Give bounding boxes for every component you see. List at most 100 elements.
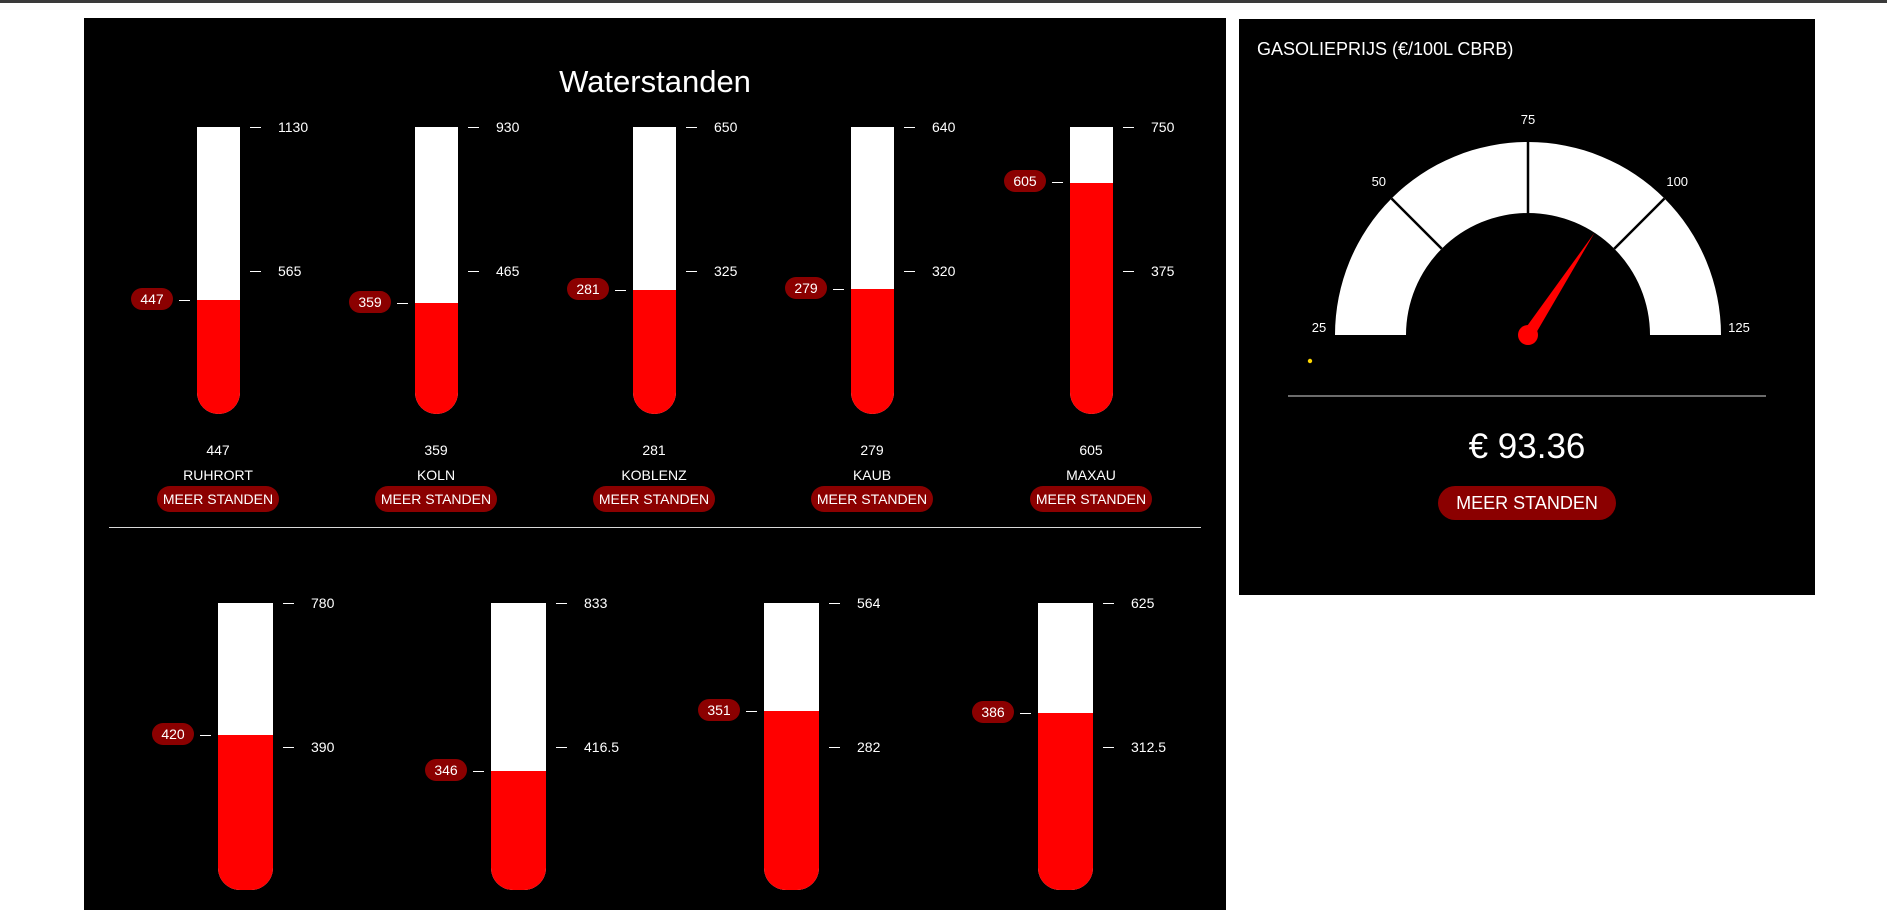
gauge-tick-label: 375 (1151, 262, 1175, 279)
station-meer-standen-button[interactable]: MEER STANDEN (1030, 486, 1152, 512)
gauge-tick (1123, 127, 1134, 128)
gauge-tube (218, 603, 273, 890)
station-meer-standen-button[interactable]: MEER STANDEN (593, 486, 715, 512)
gauge-value-tick (200, 735, 211, 737)
station-meer-standen-button[interactable]: MEER STANDEN (811, 486, 933, 512)
gauge-tick (904, 270, 915, 272)
gauge-tick-label: 25 (1312, 320, 1326, 335)
station-name: KAUB (852, 467, 892, 483)
gauge-tick-label: 75 (1521, 112, 1535, 127)
gauge-value-badge: 281 (567, 277, 609, 300)
gauge-tick (829, 746, 840, 748)
station-value: 447 (206, 442, 230, 458)
gauge-tube (491, 603, 546, 890)
gauge-tick-label: 416.5 (584, 738, 620, 755)
gauge-value-tick (833, 288, 844, 290)
gauge-tick-label: 125 (1728, 320, 1750, 335)
gauge-fill (197, 300, 240, 414)
gauge-tick (250, 270, 261, 272)
gauge-tick (686, 270, 697, 272)
gauge-tick (1123, 270, 1134, 272)
station-value: 605 (1079, 442, 1103, 458)
gauge-value-tick (615, 289, 626, 291)
gauge-tick (686, 127, 697, 128)
gauge-tube (764, 603, 819, 890)
gauge-tick-label: 650 (714, 119, 738, 135)
station-name: KOLN (416, 467, 456, 483)
gauge-value-badge: 386 (972, 700, 1014, 723)
gauge-tick-label: 930 (496, 119, 520, 135)
gauge-tick (1103, 746, 1114, 748)
gauge-tick-label: 780 (311, 595, 335, 611)
gauge-value-badge: 605 (1004, 170, 1046, 193)
gauge-value-badge: 447 (131, 288, 173, 311)
gauge-tube (1070, 127, 1113, 414)
gauge-tick-label: 312.5 (1131, 738, 1167, 755)
station-meer-standen-button[interactable]: MEER STANDEN (375, 486, 497, 512)
station-value: 359 (424, 442, 448, 458)
gauge-tube (851, 127, 894, 414)
status-dot (1307, 358, 1313, 364)
gauge-tick-label: 50 (1372, 174, 1386, 189)
gauge-fill (851, 288, 894, 414)
gauge-tick (556, 603, 567, 604)
gauge-tube (415, 127, 458, 414)
station-name: KOBLENZ (621, 467, 687, 483)
gauge-fill (764, 711, 819, 890)
gauge-fill (415, 303, 458, 414)
station-meer-standen-button[interactable]: MEER STANDEN (157, 486, 279, 512)
gauge-value-tick (473, 770, 484, 772)
gauge-tick (904, 127, 915, 128)
gasolie-price: € 93.36 (1468, 427, 1586, 466)
row-divider (109, 527, 1201, 528)
gauge-needle-hub (1518, 325, 1538, 345)
gauge-tube (1038, 603, 1093, 890)
gauge-tick-label: 1130 (278, 119, 309, 135)
gauge-tube (197, 127, 240, 414)
gauge-tick-label: 465 (496, 262, 520, 279)
gauge-value-tick (746, 711, 757, 713)
gauge-tick (468, 270, 479, 272)
gauge-tick-label: 325 (714, 262, 738, 279)
station-value: 281 (642, 442, 666, 458)
gauge-value-tick (179, 300, 190, 302)
gauge-tick-label: 565 (278, 262, 302, 279)
gauge-tick (556, 746, 567, 748)
gauge-value-badge: 420 (152, 723, 194, 746)
gauge-tick (283, 746, 294, 748)
gauge-tick-label: 282 (857, 738, 881, 755)
gauge-value-tick (1052, 182, 1063, 184)
gauge-value-badge: 359 (349, 291, 391, 314)
gauge-fill (633, 289, 676, 414)
gauge-fill (1038, 712, 1093, 890)
gauge-tick-label: 390 (311, 738, 335, 755)
gauge-value-badge: 279 (785, 276, 827, 299)
station-name: RUHRORT (183, 467, 253, 483)
gauge-tick (250, 127, 261, 128)
gauge-tick (829, 603, 840, 604)
gauge-tick-label: 833 (584, 595, 608, 611)
gauge-tick (283, 603, 294, 604)
gauge-tick-label: 100 (1666, 174, 1688, 189)
gauge-tick-label: 750 (1151, 119, 1175, 135)
gauge-fill (1070, 182, 1113, 414)
gauge-fill (218, 735, 273, 890)
gauge-tick-label: 320 (932, 262, 956, 279)
gauge-tick-label: 640 (932, 119, 956, 135)
gasolie-meer-standen-button[interactable]: MEER STANDEN (1438, 486, 1616, 520)
gauge-fill (491, 770, 546, 890)
station-name: MAXAU (1066, 467, 1116, 483)
gauge-value-tick (1020, 712, 1031, 714)
gauge-needle (1522, 232, 1595, 339)
gauge-value-badge: 346 (425, 758, 467, 781)
top-bar (0, 0, 1887, 3)
waterstanden-panel: Waterstanden 1130 565 447 447 RUHRORT MEER ST… (84, 18, 1226, 910)
gauge-value-badge: 351 (698, 699, 740, 722)
station-value: 279 (860, 442, 884, 458)
gasolie-panel: GASOLIEPRIJS (€/100L CBRB) 25 50 75 100 125 … (1239, 19, 1815, 595)
gauge-tube (633, 127, 676, 414)
gauge-tick (468, 127, 479, 128)
waterstanden-title: Waterstanden (559, 64, 751, 99)
gauge-tick (1103, 603, 1114, 604)
gauge-tick-label: 625 (1131, 595, 1155, 611)
